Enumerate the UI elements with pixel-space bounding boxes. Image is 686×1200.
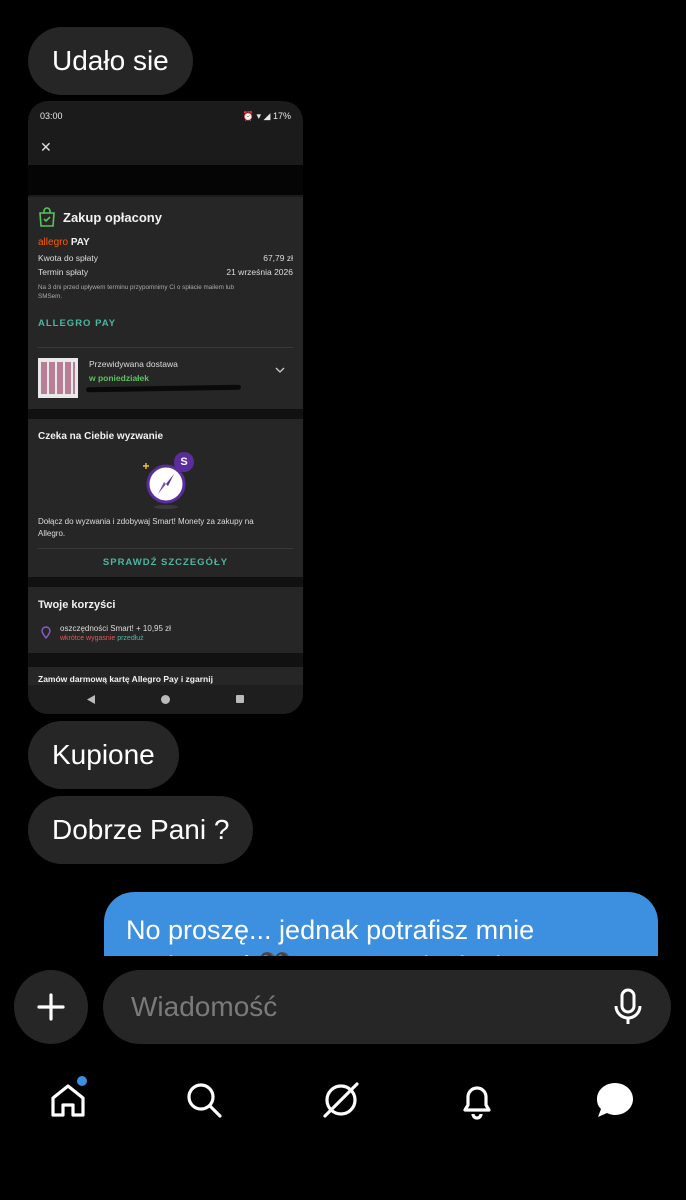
home-circle-icon: [161, 695, 170, 704]
tab-home[interactable]: [44, 1076, 92, 1124]
tab-notifications[interactable]: [453, 1076, 501, 1124]
product-thumbnail: [38, 358, 78, 398]
incoming-message[interactable]: Udało sie: [28, 27, 193, 95]
challenge-card: Czeka na Ciebie wyzwanie S Dołącz do wyz…: [28, 419, 303, 577]
tab-messages[interactable]: [591, 1076, 639, 1124]
message-text: Udało sie: [52, 45, 169, 76]
allegro-pay-link[interactable]: ALLEGRO PAY: [38, 318, 116, 329]
chat-icon: [597, 1083, 633, 1117]
status-icons: ⏰ ▾ ◢ 17%: [242, 111, 291, 121]
divider: [38, 347, 293, 348]
tab-search[interactable]: [180, 1076, 228, 1124]
savings-status: wkrótce wygasnie przedłuż: [60, 635, 144, 642]
plus-icon: [37, 993, 65, 1021]
bell-icon: [463, 1086, 491, 1120]
chevron-down-icon[interactable]: [275, 366, 285, 374]
screenshot-banner: [28, 165, 303, 195]
incoming-message[interactable]: Dobrze Pani ?: [28, 796, 254, 864]
purchase-title: Zakup opłacony: [63, 210, 162, 225]
benefits-title: Twoje korzyści: [38, 599, 116, 611]
challenge-text-line-1: Dołącz do wyzwania i zdobywaj Smart! Mon…: [38, 517, 254, 526]
shopping-bag-check-icon: [39, 207, 55, 227]
mic-icon[interactable]: [613, 988, 643, 1026]
due-value: 21 września 2026: [226, 267, 293, 277]
promo-card: Zamów darmową kartę Allegro Pay i zgarni…: [28, 667, 303, 687]
message-placeholder: Wiadomość: [131, 991, 278, 1022]
delivery-label: Przewidywana dostawa: [89, 359, 178, 369]
allegro-pay-logo: allegro PAY: [38, 237, 90, 248]
section-gap: [28, 577, 303, 587]
divider: [38, 548, 293, 549]
tab-explore[interactable]: [317, 1076, 365, 1124]
screenshot-status-bar: 03:00 ⏰ ▾ ◢ 17%: [28, 101, 303, 131]
recents-icon: [236, 695, 244, 703]
challenge-title: Czeka na Ciebie wyzwanie: [38, 431, 164, 442]
reminder-line-2: SMSem.: [38, 293, 63, 300]
section-gap: [28, 653, 303, 667]
add-attachment-button[interactable]: [14, 970, 88, 1044]
savings-text: oszczędności Smart! + 10,95 zł: [60, 624, 171, 633]
reminder-line-1: Na 3 dni przed upływem terminu przypomni…: [38, 284, 234, 291]
section-gap: [28, 409, 303, 419]
message-text-line-1: No proszę... jednak potrafisz mnie: [126, 915, 535, 945]
shared-screenshot-image[interactable]: 03:00 ⏰ ▾ ◢ 17% ✕ Zakup opłacony allegro…: [28, 101, 303, 714]
purchase-card: Zakup opłacony allegro PAY Kwota do spła…: [28, 197, 303, 409]
status-time: 03:00: [40, 111, 63, 121]
incoming-message[interactable]: Kupione: [28, 721, 179, 789]
android-nav-bar: [28, 685, 303, 714]
delivery-day: w poniedziałek: [89, 373, 149, 383]
back-icon: [87, 695, 95, 704]
message-text: Dobrze Pani ?: [52, 814, 230, 845]
message-input[interactable]: Wiadomość: [103, 970, 671, 1044]
amount-value: 67,79 zł: [263, 253, 293, 263]
due-label: Termin spłaty: [38, 267, 89, 277]
amount-label: Kwota do spłaty: [38, 253, 99, 263]
benefits-card: Twoje korzyści oszczędności Smart! + 10,…: [28, 587, 303, 653]
search-icon: [187, 1083, 222, 1118]
challenge-text-line-2: Allegro.: [38, 529, 66, 538]
explore-icon: [323, 1082, 359, 1118]
location-pin-icon: [41, 626, 51, 639]
details-button[interactable]: SPRAWDŹ SZCZEGÓŁY: [28, 557, 303, 568]
redacted-scribble: [85, 384, 242, 393]
notification-dot: [77, 1076, 87, 1086]
smart-badge: S: [174, 452, 194, 472]
close-icon: ✕: [40, 139, 52, 155]
home-icon: [51, 1084, 85, 1117]
promo-text: Zamów darmową kartę Allegro Pay i zgarni…: [38, 674, 213, 684]
message-text: Kupione: [52, 739, 155, 770]
